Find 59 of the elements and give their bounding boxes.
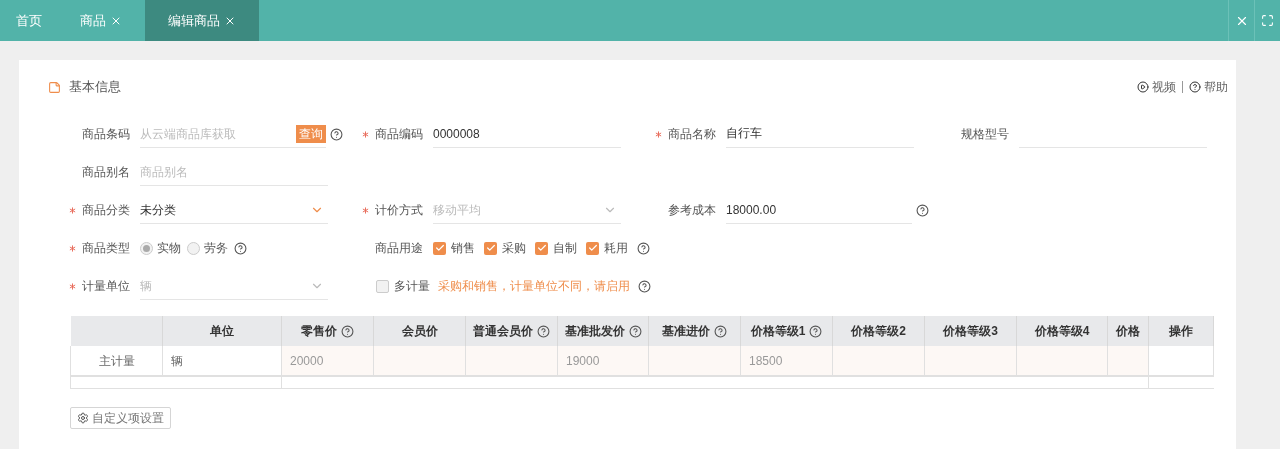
- checkbox-option[interactable]: 采购: [484, 239, 526, 257]
- help-icon[interactable]: [916, 203, 929, 217]
- help-icon[interactable]: [234, 241, 247, 255]
- field-label: 计价方式: [375, 202, 423, 219]
- table-cell[interactable]: 辆: [162, 346, 282, 376]
- field-label: 规格型号: [961, 126, 1009, 143]
- fullscreen-icon: [1261, 14, 1274, 27]
- help-icon[interactable]: [714, 324, 727, 338]
- table-cell[interactable]: [648, 346, 741, 376]
- section-title: 基本信息: [69, 78, 121, 97]
- checkbox-option[interactable]: 自制: [535, 239, 577, 257]
- field-label: 商品名称: [668, 126, 716, 143]
- help-icon[interactable]: [637, 241, 650, 255]
- checkbox-option[interactable]: 销售: [433, 239, 475, 257]
- field-label: 商品分类: [82, 202, 130, 219]
- help-icon[interactable]: [628, 324, 642, 338]
- checkbox-option[interactable]: 耗用: [586, 239, 628, 257]
- tab[interactable]: 编辑商品: [145, 0, 259, 41]
- help-icon[interactable]: [330, 127, 343, 141]
- radio-option[interactable]: 实物: [140, 239, 181, 257]
- text-field[interactable]: 商品别名: [140, 158, 328, 186]
- text-field[interactable]: 18000.00: [726, 196, 912, 224]
- help-icon: [1189, 81, 1201, 93]
- help-link[interactable]: 帮助: [1189, 78, 1228, 96]
- table-cell[interactable]: [465, 346, 558, 376]
- table-cell[interactable]: [832, 346, 925, 376]
- video-link[interactable]: 视频: [1137, 78, 1176, 96]
- select-field[interactable]: 未分类: [140, 196, 328, 224]
- check-icon: [434, 243, 445, 253]
- gear-icon: [77, 411, 89, 424]
- field-label: 商品别名: [82, 164, 130, 181]
- table-cell[interactable]: [1016, 346, 1108, 376]
- field-label: 参考成本: [668, 202, 716, 219]
- table-cell[interactable]: [373, 346, 466, 376]
- help-icon[interactable]: [341, 324, 354, 338]
- check-icon: [485, 243, 496, 253]
- text-field[interactable]: 自行车: [726, 120, 914, 148]
- hint-text: 采购和销售，计量单位不同，请启用: [438, 278, 630, 295]
- note-icon: [48, 80, 61, 94]
- radio-option[interactable]: 劳务: [187, 239, 228, 257]
- row-label: 主计量: [70, 346, 163, 376]
- table-cell[interactable]: [1107, 346, 1149, 376]
- help-icon[interactable]: [809, 324, 823, 338]
- field-label: 商品用途: [375, 240, 423, 257]
- help-icon[interactable]: [638, 279, 651, 293]
- field-label: 商品编码: [375, 126, 423, 143]
- check-icon: [587, 243, 598, 253]
- check-icon: [536, 243, 547, 253]
- help-icon[interactable]: [537, 324, 550, 338]
- field-label: 商品条码: [82, 126, 130, 143]
- text-field[interactable]: 从云端商品库获取: [140, 120, 296, 148]
- text-field[interactable]: 0000008: [433, 120, 621, 148]
- custom-settings-button[interactable]: 自定义项设置: [70, 406, 171, 429]
- field-label: 商品类型: [82, 240, 130, 257]
- multi-unit-checkbox[interactable]: 多计量: [376, 277, 430, 295]
- table-cell[interactable]: [924, 346, 1017, 376]
- field-label: 计量单位: [82, 278, 130, 295]
- table-cell[interactable]: [1148, 346, 1214, 376]
- play-icon: [1137, 81, 1149, 93]
